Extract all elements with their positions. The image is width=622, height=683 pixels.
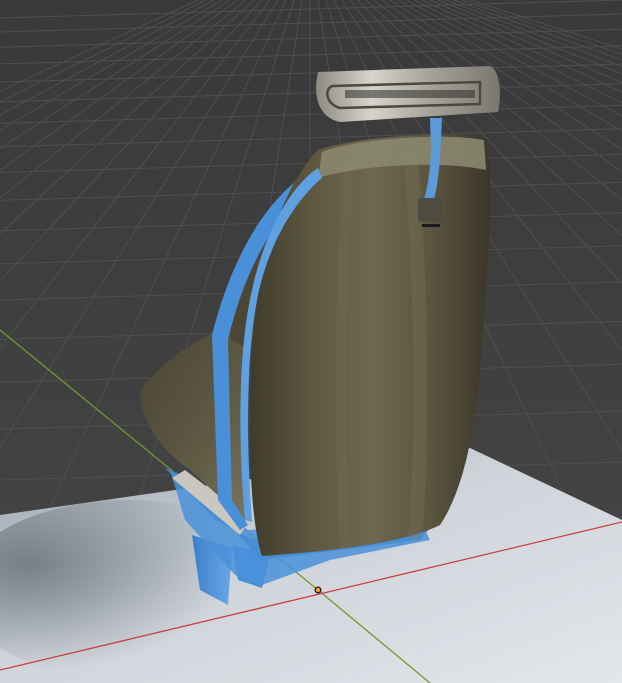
headrest-post-collar	[418, 198, 442, 222]
3d-viewport[interactable]	[0, 0, 622, 683]
viewport-canvas[interactable]	[0, 0, 622, 683]
origin-icon[interactable]	[314, 586, 322, 594]
headrest-post-slot	[422, 224, 440, 227]
headrest-slot	[345, 90, 475, 98]
